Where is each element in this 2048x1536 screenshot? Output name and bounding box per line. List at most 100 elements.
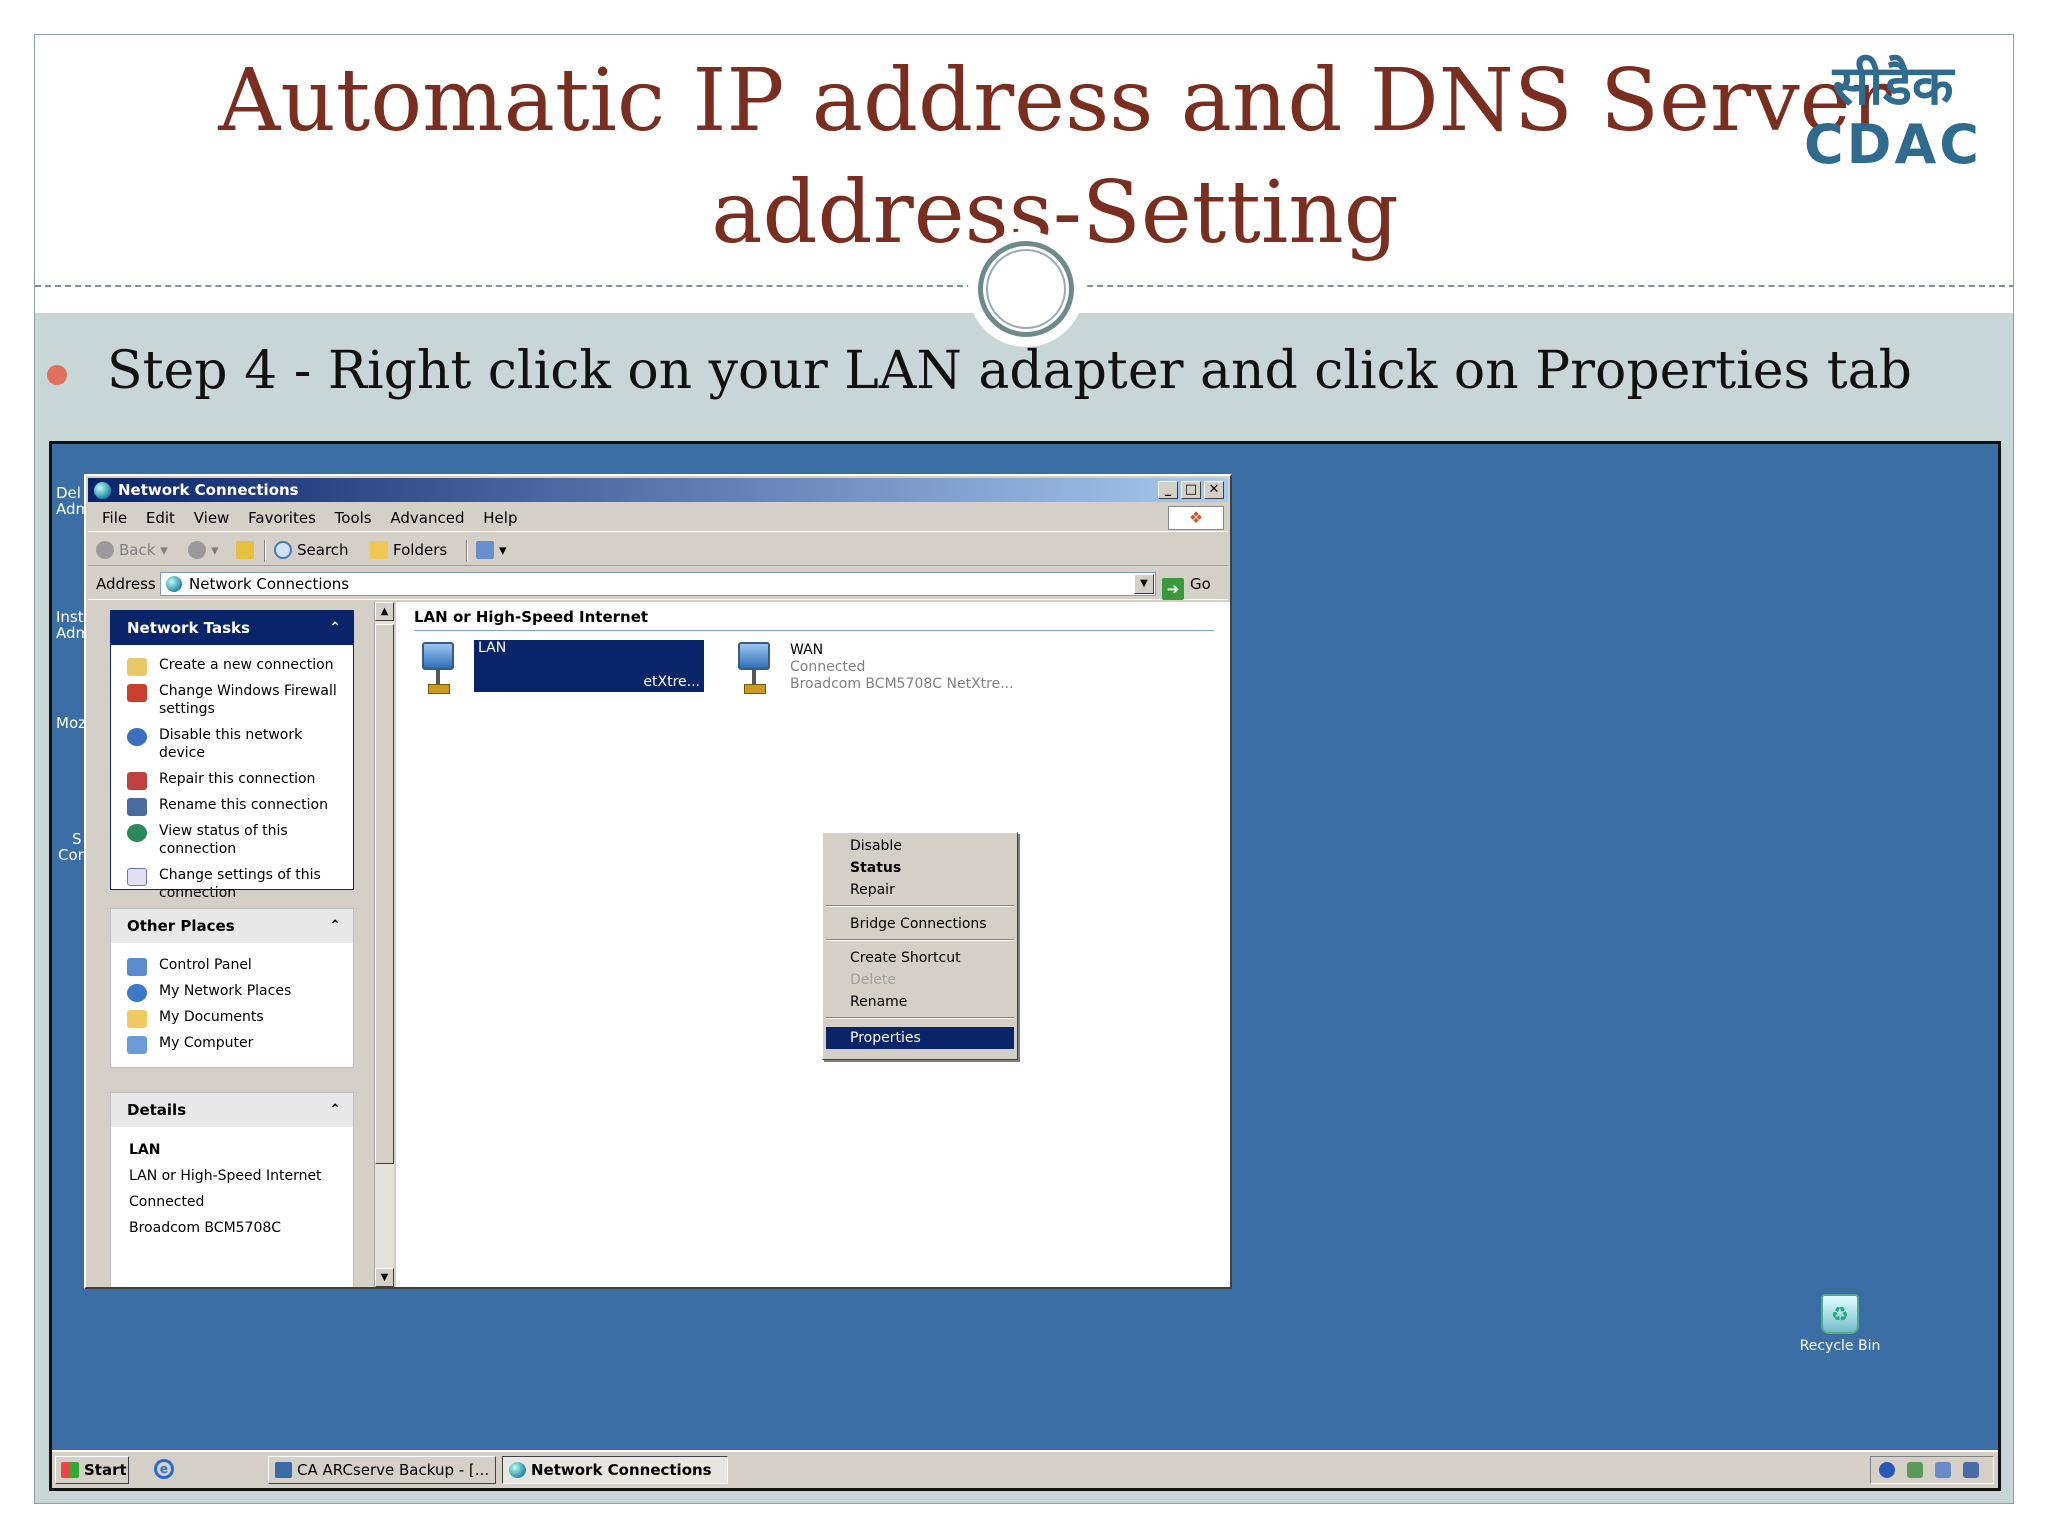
maximize-button[interactable]: □ [1181,481,1201,499]
scrollbar-thumb[interactable] [375,624,394,1164]
forward-arrow-icon [188,541,206,559]
up-folder-button[interactable] [236,534,259,566]
task-disable-device[interactable]: Disable this network device [111,721,353,765]
collapse-chevron-icon[interactable]: ⌃ [329,1093,341,1127]
place-control-panel[interactable]: Control Panel [111,951,353,977]
scroll-up-icon[interactable]: ▲ [375,602,394,621]
task-create-connection[interactable]: Create a new connection [111,651,353,677]
details-type: LAN or High-Speed Internet [129,1168,322,1184]
ctx-bridge-connections[interactable]: Bridge Connections [826,913,1014,935]
ctx-separator [826,905,1014,907]
start-button[interactable]: Start [55,1456,129,1484]
minimize-button[interactable]: _ [1158,481,1178,499]
address-dropdown-icon[interactable]: ▼ [1134,574,1154,594]
place-my-network-places[interactable]: My Network Places [111,977,353,1003]
network-connections-icon [509,1462,526,1478]
task-firewall-settings[interactable]: Change Windows Firewall settings [111,677,353,721]
menu-file[interactable]: File [102,504,127,532]
lan-connection-icon[interactable] [416,642,460,694]
ctx-disable[interactable]: Disable [826,835,1014,857]
lan-device-text: etXtre... [643,674,700,690]
network-places-icon [127,984,147,1002]
window-titlebar[interactable]: Network Connections _ □ ✕ [88,478,1228,502]
wan-connection-label[interactable]: WAN Connected Broadcom BCM5708C NetXtre.… [790,642,1014,693]
ctx-properties[interactable]: Properties [826,1027,1014,1049]
context-menu: Disable Status Repair Bridge Connections… [822,832,1018,1060]
address-field[interactable]: Network Connections ▼ [160,572,1156,596]
arcserve-icon [275,1462,292,1478]
network-connections-icon [94,482,111,499]
ctx-rename[interactable]: Rename [826,991,1014,1013]
close-button[interactable]: ✕ [1204,481,1224,499]
desktop: Del Adm Inst Adm Moz S Cor Network Conne… [49,441,2001,1491]
rename-icon [127,798,147,816]
menu-edit[interactable]: Edit [146,504,175,532]
system-tray [1870,1456,1994,1484]
task-pane: Network Tasks ⌃ Create a new connection … [88,602,372,1287]
lan-name: LAN [474,640,704,657]
collapse-chevron-icon[interactable]: ⌃ [329,611,341,645]
cdac-logo: सीडैक CDAC [1783,55,2003,173]
task-repair-connection[interactable]: Repair this connection [111,765,353,791]
other-places-header[interactable]: Other Places ⌃ [111,909,353,943]
network-tasks-header[interactable]: Network Tasks ⌃ [111,611,353,645]
search-button[interactable]: Search [274,534,349,566]
window-title: Network Connections [118,481,299,499]
title-line-1: Automatic IP address and DNS Server [218,51,1892,151]
recycle-bin[interactable]: ♻ Recycle Bin [1780,1294,1900,1354]
task-view-status[interactable]: View status of this connection [111,817,353,861]
menu-help[interactable]: Help [483,504,517,532]
settings-checklist-icon [127,868,147,886]
desktop-icon-label[interactable]: Moz [56,714,86,732]
task-pane-scrollbar[interactable]: ▲ ▼ [374,602,394,1287]
place-my-documents[interactable]: My Documents [111,1003,353,1029]
toolbar-separator [466,540,468,562]
ctx-status[interactable]: Status [826,857,1014,879]
network-tray-icon-2[interactable] [1935,1462,1951,1478]
ctx-separator [826,939,1014,941]
wan-connection-icon[interactable] [732,642,776,694]
taskbar-arcserve[interactable]: CA ARCserve Backup - [... [268,1456,496,1484]
folders-icon [370,541,388,559]
slide: Automatic IP address and DNS Server addr… [34,34,2014,1504]
collapse-chevron-icon[interactable]: ⌃ [329,909,341,943]
details-header[interactable]: Details ⌃ [111,1093,353,1127]
place-my-computer[interactable]: My Computer [111,1029,353,1055]
repair-wrench-icon [127,772,147,790]
task-rename-connection[interactable]: Rename this connection [111,791,353,817]
recycle-bin-label: Recycle Bin [1799,1338,1881,1354]
taskbar: Start e CA ARCserve Backup - [... Networ… [52,1450,1998,1488]
menu-advanced[interactable]: Advanced [390,504,464,532]
views-button[interactable]: ▾ [476,534,507,566]
go-arrow-icon: ➔ [1162,578,1184,600]
bullet-dot [47,365,67,385]
wan-device: Broadcom BCM5708C NetXtre... [790,676,1014,692]
menu-view[interactable]: View [194,504,230,532]
toolbar: Back ▾ ▾ Search Folders ▾ [88,534,1228,566]
menu-tools[interactable]: Tools [335,504,372,532]
ctx-repair[interactable]: Repair [826,879,1014,901]
details-panel: Details ⌃ LAN LAN or High-Speed Internet… [110,1092,354,1287]
address-label: Address [96,575,156,593]
forward-button[interactable]: ▾ [188,534,219,566]
details-status: Connected [129,1194,205,1210]
my-computer-icon [127,1036,147,1054]
group-heading: LAN or High-Speed Internet [414,608,649,626]
taskbar-network-connections[interactable]: Network Connections [502,1456,728,1484]
task-change-settings[interactable]: Change settings of this connection [111,861,353,905]
folders-button[interactable]: Folders [370,534,447,566]
internet-explorer-icon[interactable]: e [154,1459,174,1479]
network-tray-icon[interactable] [1907,1462,1923,1478]
back-arrow-icon [96,541,114,559]
back-button[interactable]: Back ▾ [96,534,168,566]
lan-connection-label[interactable]: LAN etXtre... [474,640,704,692]
go-button[interactable]: ➔ Go [1162,568,1211,600]
desktop-icon-label[interactable]: Cor [58,846,84,864]
help-tray-icon[interactable] [1879,1462,1895,1478]
menu-favorites[interactable]: Favorites [248,504,316,532]
ctx-delete: Delete [850,972,896,988]
monitor-tray-icon[interactable] [1963,1462,1979,1478]
ctx-create-shortcut[interactable]: Create Shortcut [826,947,1014,969]
network-connections-window: Network Connections _ □ ✕ File Edit View… [84,474,1232,1289]
scroll-down-icon[interactable]: ▼ [375,1268,394,1287]
